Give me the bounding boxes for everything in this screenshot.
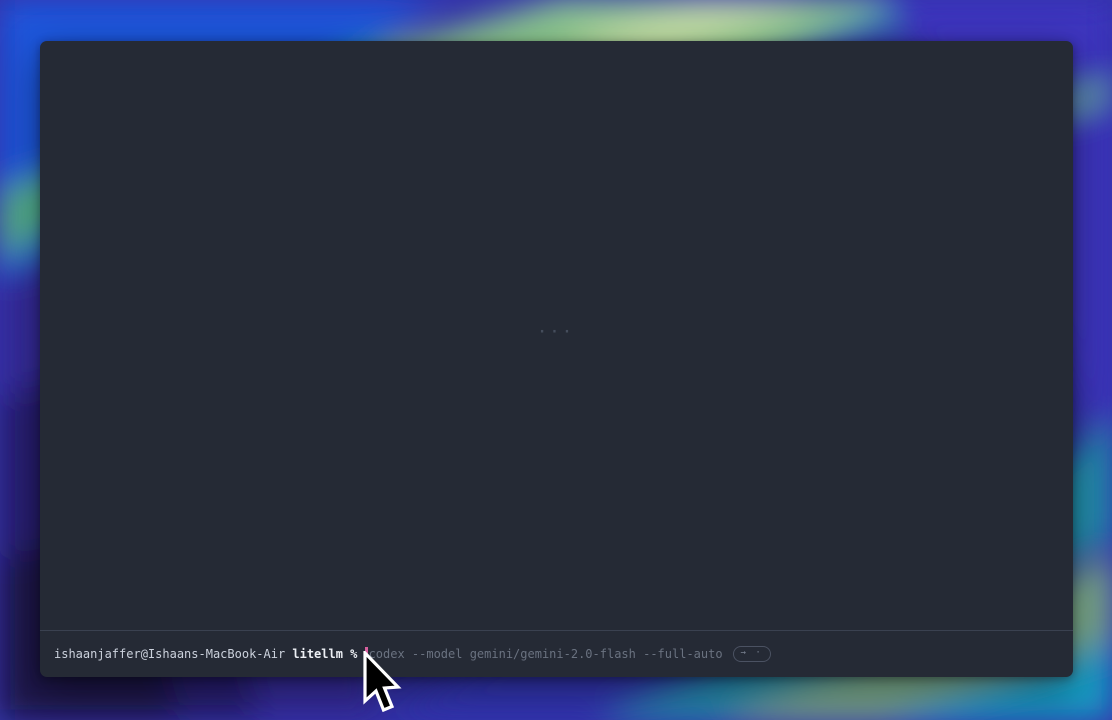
autosuggestion-text: codex --model gemini/gemini-2.0-flash --… [369, 645, 723, 663]
prompt-symbol: % [350, 645, 357, 663]
desktop: ··· ishaanjaffer@Ishaans-MacBook-Air lit… [0, 0, 1112, 720]
terminal-output-area: ··· [40, 41, 1073, 630]
accept-suggestion-key-hint: → · [733, 646, 771, 662]
terminal-window[interactable]: ··· ishaanjaffer@Ishaans-MacBook-Air lit… [40, 41, 1073, 677]
text-cursor [365, 647, 368, 661]
prompt-directory: litellm [292, 645, 343, 663]
loading-indicator: ··· [538, 324, 575, 340]
terminal-input-bar[interactable]: ishaanjaffer@Ishaans-MacBook-Air litellm… [40, 631, 1073, 677]
prompt-user-host: ishaanjaffer@Ishaans-MacBook-Air [54, 645, 285, 663]
